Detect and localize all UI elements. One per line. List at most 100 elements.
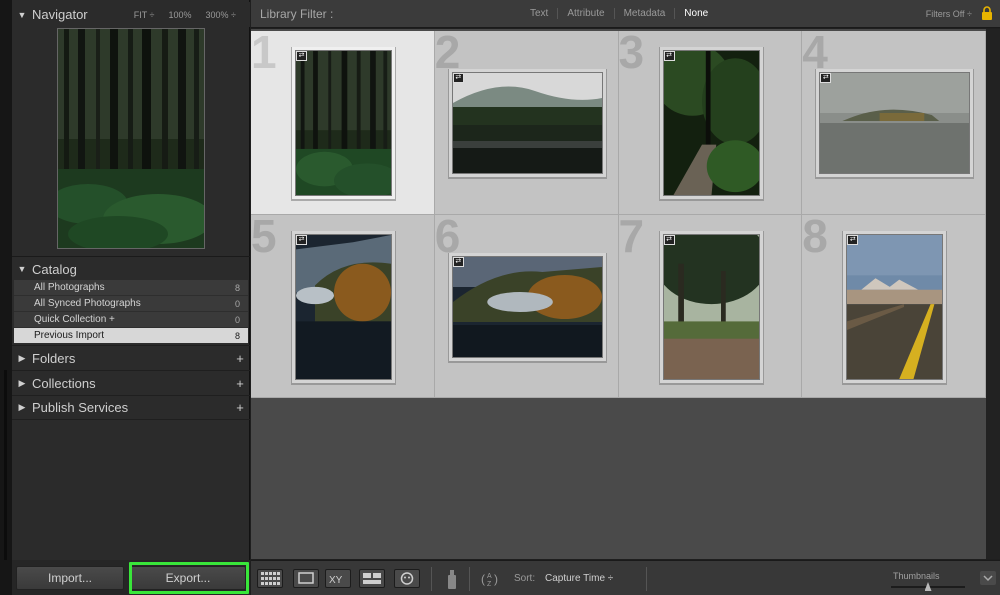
grid-cell[interactable]: 1 ⇄ bbox=[251, 31, 435, 215]
grid-cell[interactable]: 4 ⇄ bbox=[802, 31, 986, 215]
zoom-300-option[interactable]: 300% ÷ bbox=[206, 10, 236, 20]
catalog-item-count: 8 bbox=[234, 282, 240, 293]
people-view-icon bbox=[400, 572, 414, 585]
svg-text:A: A bbox=[487, 573, 492, 580]
catalog-item-all-photographs[interactable]: All Photographs 8 bbox=[14, 280, 248, 296]
catalog-item-count: 8 bbox=[234, 330, 240, 341]
develop-settings-badge-icon[interactable]: ⇄ bbox=[452, 256, 464, 267]
add-collection-icon[interactable]: + bbox=[230, 376, 250, 391]
loupe-view-button[interactable] bbox=[293, 569, 319, 588]
expand-triangle-icon: ▶ bbox=[18, 402, 26, 412]
sort-label: Sort: bbox=[514, 573, 536, 584]
catalog-item-label: All Photographs bbox=[34, 282, 105, 293]
expand-triangle-icon: ▶ bbox=[18, 377, 26, 388]
collections-title: Collections bbox=[32, 375, 96, 391]
bottom-toolbar: XY ( A Z ) Sort: Capture Time ÷ Thumbnai… bbox=[251, 560, 1000, 595]
panel-edge-marker bbox=[4, 370, 7, 560]
develop-settings-badge-icon[interactable]: ⇄ bbox=[452, 73, 464, 83]
cell-index-number: 1 bbox=[251, 31, 277, 78]
catalog-item-label: All Synced Photographs bbox=[34, 298, 141, 309]
photo-thumbnail[interactable] bbox=[846, 233, 944, 380]
zoom-fit-option[interactable]: FIT ÷ bbox=[134, 10, 155, 20]
add-folder-icon[interactable]: + bbox=[230, 351, 250, 366]
autumn-lake-photo-icon bbox=[296, 234, 391, 379]
cell-index-number: 3 bbox=[618, 31, 645, 78]
thumbnails-slider-knob[interactable] bbox=[924, 582, 932, 591]
catalog-header[interactable]: ▼ Catalog bbox=[12, 256, 250, 281]
navigator-preview-image[interactable] bbox=[57, 28, 205, 249]
cell-index-number: 8 bbox=[802, 214, 828, 262]
catalog-item-count: 0 bbox=[234, 298, 240, 309]
photo-thumbnail[interactable] bbox=[451, 255, 603, 358]
photo-thumbnail[interactable] bbox=[819, 72, 971, 174]
expand-triangle-icon: ▶ bbox=[18, 352, 26, 363]
toolbar-menu-chevron-icon[interactable] bbox=[980, 571, 996, 585]
develop-settings-badge-icon[interactable]: ⇄ bbox=[663, 51, 675, 61]
grid-scrollbar[interactable] bbox=[986, 29, 1000, 559]
grid-cell[interactable]: 7 ⇄ bbox=[618, 214, 803, 398]
folders-header[interactable]: ▶ Folders + bbox=[12, 345, 250, 370]
tree-trail-photo-icon bbox=[663, 234, 759, 379]
develop-settings-badge-icon[interactable]: ⇄ bbox=[820, 73, 832, 83]
photo-thumbnail[interactable] bbox=[451, 72, 603, 174]
photo-thumbnail[interactable] bbox=[662, 50, 760, 196]
develop-settings-badge-icon[interactable]: ⇄ bbox=[296, 234, 307, 245]
svg-text:XY: XY bbox=[329, 575, 343, 586]
loupe-view-icon bbox=[298, 572, 314, 584]
sort-direction-icon[interactable]: ( A Z ) bbox=[479, 569, 507, 589]
svg-text:): ) bbox=[494, 572, 498, 586]
forest-preview-icon bbox=[58, 29, 204, 248]
compare-view-button[interactable]: XY bbox=[325, 569, 351, 588]
desert-road-photo-icon bbox=[847, 234, 943, 379]
forest-photo-icon bbox=[296, 51, 391, 195]
library-filter-bar: Library Filter : Text Attribute Metadata… bbox=[251, 0, 1000, 28]
filters-off-dropdown[interactable]: Filters Off ÷ bbox=[926, 9, 972, 19]
collapse-triangle-icon: ▼ bbox=[17, 264, 27, 274]
navigator-title: Navigator bbox=[32, 7, 88, 22]
filter-none-option[interactable]: None bbox=[674, 8, 717, 19]
toolbar-separator bbox=[646, 567, 647, 591]
collections-header[interactable]: ▶ Collections + bbox=[12, 370, 250, 395]
zoom-100-option[interactable]: 100% bbox=[169, 10, 192, 20]
navigator-header[interactable]: ▼ Navigator FIT ÷ 100% 300% ÷ bbox=[12, 2, 250, 27]
grid-cell[interactable]: 3 ⇄ bbox=[618, 31, 803, 215]
export-button[interactable]: Export... bbox=[130, 566, 246, 590]
people-view-button[interactable] bbox=[394, 569, 420, 588]
grid-view-button[interactable] bbox=[257, 569, 283, 588]
sort-dropdown[interactable]: Capture Time ÷ bbox=[545, 573, 613, 584]
cell-index-number: 7 bbox=[618, 214, 645, 262]
catalog-item-previous-import[interactable]: Previous Import 8 bbox=[14, 328, 248, 344]
grid-cell[interactable]: 5 ⇄ bbox=[251, 214, 435, 398]
lightroom-library-window: ▼ Navigator FIT ÷ 100% 300% ÷ ▼ Catalog … bbox=[0, 0, 1000, 595]
filter-attribute-option[interactable]: Attribute bbox=[557, 8, 613, 19]
develop-settings-badge-icon[interactable]: ⇄ bbox=[847, 234, 859, 245]
publish-services-title: Publish Services bbox=[32, 400, 129, 415]
filter-text-option[interactable]: Text bbox=[521, 8, 557, 19]
grid-cell[interactable]: 6 ⇄ bbox=[434, 214, 619, 398]
fog-lake-photo-icon bbox=[820, 73, 970, 173]
catalog-item-quick-collection[interactable]: Quick Collection + 0 bbox=[14, 312, 248, 328]
photo-thumbnail[interactable] bbox=[662, 233, 760, 380]
catalog-item-label: Quick Collection + bbox=[34, 314, 115, 325]
add-publish-service-icon[interactable]: + bbox=[230, 400, 250, 415]
filter-metadata-option[interactable]: Metadata bbox=[613, 8, 675, 19]
left-panel-edge[interactable] bbox=[0, 0, 12, 595]
grid-cell[interactable]: 8 ⇄ bbox=[802, 214, 986, 398]
survey-view-icon bbox=[363, 573, 381, 584]
thumbnails-size-slider[interactable] bbox=[891, 582, 965, 591]
photo-thumbnail[interactable] bbox=[295, 50, 392, 196]
develop-settings-badge-icon[interactable]: ⇄ bbox=[663, 234, 675, 245]
survey-view-button[interactable] bbox=[359, 569, 385, 588]
lock-icon[interactable] bbox=[981, 6, 993, 21]
catalog-item-count: 0 bbox=[234, 314, 240, 325]
thumbnail-grid: 1 ⇄ 2 ⇄ 3 ⇄ 4 ⇄ 5 ⇄ 6 ⇄ 7 ⇄ 8 ⇄ bbox=[251, 31, 986, 398]
publish-services-header[interactable]: ▶ Publish Services + bbox=[12, 395, 250, 420]
svg-text:(: ( bbox=[481, 572, 485, 586]
spray-can-icon[interactable] bbox=[445, 567, 459, 591]
grid-cell[interactable]: 2 ⇄ bbox=[434, 31, 619, 215]
photo-thumbnail[interactable] bbox=[295, 233, 392, 380]
cell-index-number: 5 bbox=[251, 214, 277, 262]
develop-settings-badge-icon[interactable]: ⇄ bbox=[296, 51, 307, 61]
import-button[interactable]: Import... bbox=[16, 566, 124, 590]
catalog-item-all-synced-photographs[interactable]: All Synced Photographs 0 bbox=[14, 296, 248, 312]
